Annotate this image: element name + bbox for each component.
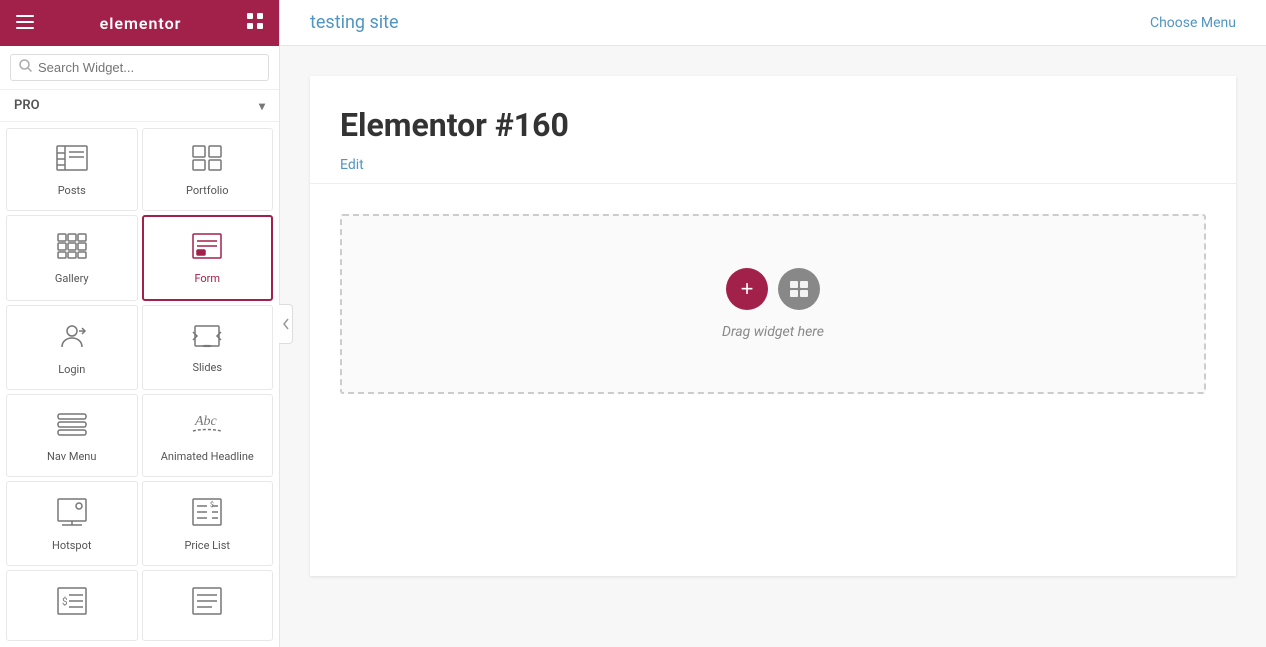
drag-label: Drag widget here	[722, 324, 824, 340]
login-label: Login	[58, 363, 85, 377]
site-title: testing site	[310, 12, 399, 33]
grid-icon[interactable]	[247, 13, 263, 34]
hotspot-label: Hotspot	[52, 539, 91, 553]
form-icon	[192, 233, 222, 264]
portfolio-label: Portfolio	[186, 184, 228, 198]
add-widget-button[interactable]: +	[726, 268, 768, 310]
posts-icon	[56, 145, 88, 176]
widget-item-gallery[interactable]: Gallery	[6, 215, 138, 300]
portfolio-icon	[192, 145, 222, 176]
hotspot-icon	[57, 498, 87, 531]
widget-item-11[interactable]: $	[6, 570, 138, 641]
animated-headline-label: Animated Headline	[161, 450, 254, 464]
widget-item-hotspot[interactable]: Hotspot	[6, 481, 138, 566]
widget-item-price-list[interactable]: $ Price List	[142, 481, 274, 566]
canvas-area: Elementor #160 Edit + Drag widget	[280, 46, 1266, 647]
edit-link[interactable]: Edit	[340, 157, 364, 173]
sidebar: elementor PRO ▾	[0, 0, 280, 647]
page-title-bar: Elementor #160 Edit	[310, 76, 1236, 184]
chevron-down-icon: ▾	[259, 99, 265, 113]
collapse-panel-button[interactable]	[279, 304, 293, 344]
action-buttons: +	[726, 268, 820, 310]
widget-item-slides[interactable]: Slides	[142, 305, 274, 390]
price-list-label: Price List	[184, 539, 230, 553]
sidebar-header: elementor	[0, 0, 279, 46]
page-title: Elementor #160	[340, 106, 1206, 144]
main-content: testing site Choose Menu Elementor #160 …	[280, 0, 1266, 647]
search-input[interactable]	[38, 60, 260, 75]
widget11-icon: $	[57, 587, 87, 620]
drop-zone: + Drag widget here	[340, 214, 1206, 394]
slides-icon	[191, 324, 223, 353]
search-icon	[19, 59, 32, 76]
pro-filter[interactable]: PRO ▾	[0, 90, 279, 122]
search-wrapper	[10, 54, 269, 81]
widget-item-form[interactable]: Form	[142, 215, 274, 300]
widget-item-posts[interactable]: Posts	[6, 128, 138, 211]
hamburger-icon[interactable]	[16, 13, 34, 34]
nav-menu-label: Nav Menu	[47, 450, 96, 464]
page-container: Elementor #160 Edit + Drag widget	[310, 76, 1236, 576]
svg-text:$: $	[210, 501, 214, 509]
svg-text:$: $	[62, 595, 68, 608]
add-template-button[interactable]	[778, 268, 820, 310]
navmenu-icon	[57, 411, 87, 442]
login-icon	[58, 322, 86, 355]
widget12-icon	[192, 587, 222, 620]
brand-title: elementor	[100, 14, 182, 33]
choose-menu-link[interactable]: Choose Menu	[1150, 15, 1236, 31]
price-list-icon: $	[192, 498, 222, 531]
svg-text:Abc: Abc	[194, 414, 218, 429]
widget-item-nav-menu[interactable]: Nav Menu	[6, 394, 138, 477]
gallery-icon	[57, 233, 87, 264]
widget-grid: Posts Portfolio	[0, 122, 279, 647]
animated-headline-icon: Abc	[191, 411, 223, 442]
slides-label: Slides	[192, 361, 222, 375]
search-area	[0, 46, 279, 90]
top-bar: testing site Choose Menu	[280, 0, 1266, 46]
widget-item-12[interactable]	[142, 570, 274, 641]
widget-item-login[interactable]: Login	[6, 305, 138, 390]
gallery-label: Gallery	[55, 272, 89, 286]
posts-label: Posts	[58, 184, 86, 198]
widget-item-portfolio[interactable]: Portfolio	[142, 128, 274, 211]
form-label: Form	[194, 272, 220, 286]
widget-item-animated-headline[interactable]: Abc Animated Headline	[142, 394, 274, 477]
pro-filter-label: PRO	[14, 98, 40, 113]
